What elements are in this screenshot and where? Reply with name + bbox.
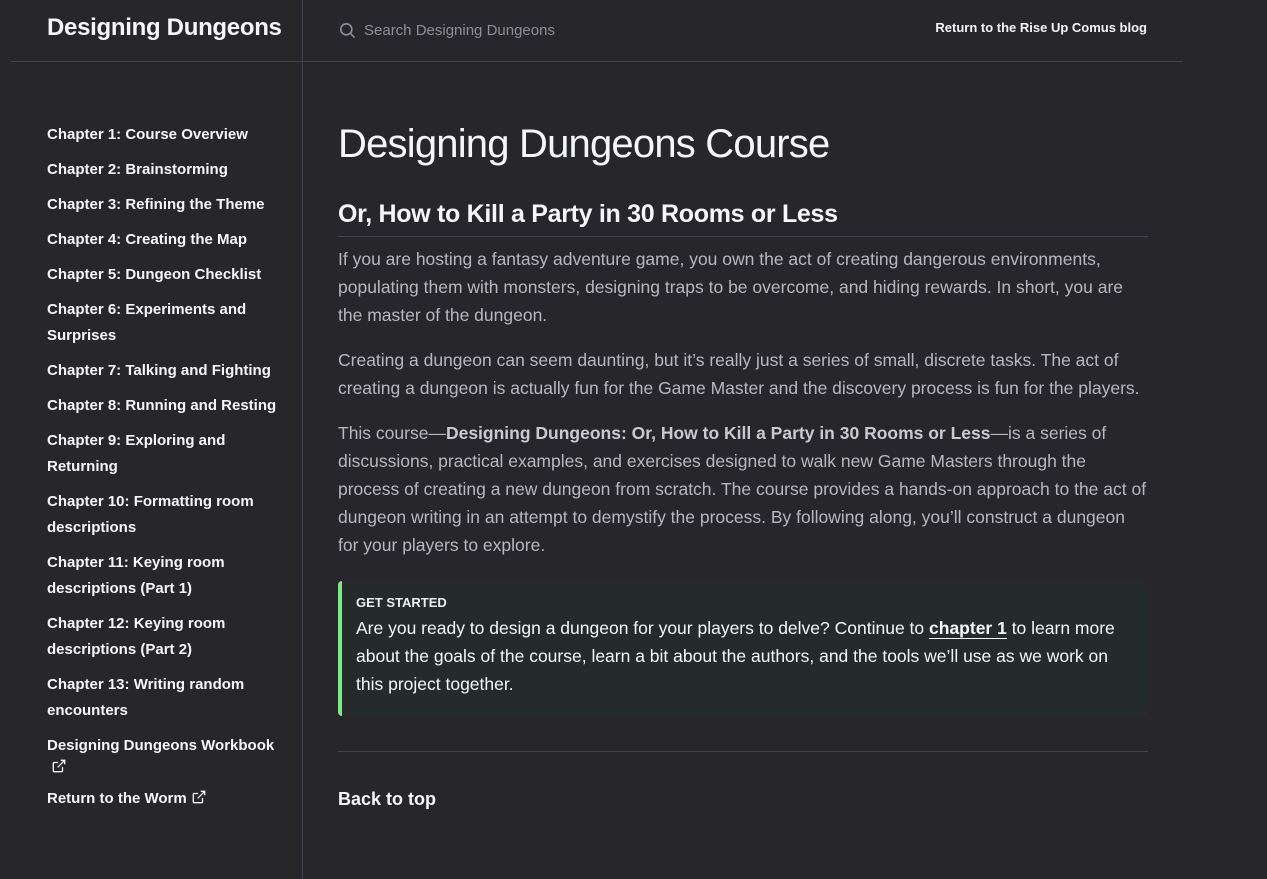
sidebar-item-label[interactable]: Return to the Worm xyxy=(47,790,187,807)
intro-paragraph-2: Creating a dungeon can seem daunting, bu… xyxy=(338,350,1140,398)
course-name: Designing Dungeons: Or, How to Kill a Pa… xyxy=(445,423,991,443)
sidebar-item-label[interactable]: Chapter 12: Keying room descriptions (Pa… xyxy=(47,615,225,658)
callout-text-before: Are you ready to design a dungeon for yo… xyxy=(356,618,930,638)
sidebar-divider xyxy=(302,0,303,879)
sidebar-item-chapter-10[interactable]: Chapter 10: Formatting room descriptions xyxy=(47,489,279,541)
footer-divider xyxy=(338,751,1148,752)
site-title[interactable]: Designing Dungeons xyxy=(47,14,282,42)
sidebar-item-chapter-4[interactable]: Chapter 4: Creating the Map xyxy=(47,227,279,253)
sidebar-item-label[interactable]: Chapter 8: Running and Resting xyxy=(47,397,276,414)
main-content: Designing Dungeons Course Or, How to Kil… xyxy=(338,120,1148,810)
sidebar-item-label[interactable]: Chapter 11: Keying room descriptions (Pa… xyxy=(47,554,225,597)
page-title: Designing Dungeons Course xyxy=(338,122,830,166)
sidebar-item-chapter-5[interactable]: Chapter 5: Dungeon Checklist xyxy=(47,262,279,288)
external-link-icon xyxy=(192,790,206,804)
return-to-blog-link[interactable]: Return to the Rise Up Comus blog xyxy=(935,20,1147,35)
sidebar-item-label[interactable]: Designing Dungeons Workbook xyxy=(47,737,274,754)
sidebar-item-chapter-2[interactable]: Chapter 2: Brainstorming xyxy=(47,157,279,183)
sidebar-item-label[interactable]: Chapter 3: Refining the Theme xyxy=(47,196,265,213)
sidebar-item-label[interactable]: Chapter 9: Exploring and Returning xyxy=(47,432,225,475)
callout-title: GET STARTED xyxy=(356,595,447,610)
intro-paragraph-3: This course—Designing Dungeons: Or, How … xyxy=(338,419,1148,559)
sidebar-item-chapter-1[interactable]: Chapter 1: Course Overview xyxy=(47,122,279,148)
chapter-1-link[interactable]: chapter 1 xyxy=(929,618,1007,639)
sidebar-item-chapter-8[interactable]: Chapter 8: Running and Resting xyxy=(47,393,279,419)
sidebar-item-chapter-7[interactable]: Chapter 7: Talking and Fighting xyxy=(47,358,279,384)
sidebar-item-workbook[interactable]: Designing Dungeons Workbook xyxy=(47,733,279,777)
sidebar-item-label[interactable]: Chapter 13: Writing random encounters xyxy=(47,676,244,719)
external-link-icon xyxy=(52,759,66,773)
sidebar-item-chapter-12[interactable]: Chapter 12: Keying room descriptions (Pa… xyxy=(47,611,279,663)
back-to-top-link[interactable]: Back to top xyxy=(338,789,436,810)
sidebar-item-label[interactable]: Chapter 2: Brainstorming xyxy=(47,161,228,178)
sidebar-item-label[interactable]: Chapter 7: Talking and Fighting xyxy=(47,362,271,379)
search-icon xyxy=(339,22,356,38)
sidebar-item-label[interactable]: Chapter 1: Course Overview xyxy=(47,126,248,143)
sidebar-nav: Chapter 1: Course Overview Chapter 2: Br… xyxy=(47,122,279,821)
sidebar-item-label[interactable]: Chapter 4: Creating the Map xyxy=(47,231,247,248)
sidebar-item-chapter-6[interactable]: Chapter 6: Experiments and Surprises xyxy=(47,297,279,349)
sidebar-item-label[interactable]: Chapter 10: Formatting room descriptions xyxy=(47,493,254,536)
sidebar-item-chapter-3[interactable]: Chapter 3: Refining the Theme xyxy=(47,192,279,218)
sidebar-item-label[interactable]: Chapter 6: Experiments and Surprises xyxy=(47,301,246,344)
para3-prefix: This course— xyxy=(338,423,446,443)
callout-body: Are you ready to design a dungeon for yo… xyxy=(356,614,1132,698)
intro-paragraph-1: If you are hosting a fantasy adventure g… xyxy=(338,249,1124,325)
sidebar-item-chapter-9[interactable]: Chapter 9: Exploring and Returning xyxy=(47,428,279,480)
page-subtitle: Or, How to Kill a Party in 30 Rooms or L… xyxy=(338,200,1148,237)
sidebar-item-chapter-13[interactable]: Chapter 13: Writing random encounters xyxy=(47,672,279,724)
header-divider xyxy=(11,61,1183,62)
sidebar-item-return-to-worm[interactable]: Return to the Worm xyxy=(47,786,279,812)
search-input[interactable] xyxy=(364,21,764,39)
get-started-callout: GET STARTED Are you ready to design a du… xyxy=(338,581,1148,716)
search-bar[interactable] xyxy=(338,18,898,42)
sidebar-item-chapter-11[interactable]: Chapter 11: Keying room descriptions (Pa… xyxy=(47,550,279,602)
sidebar-item-label[interactable]: Chapter 5: Dungeon Checklist xyxy=(47,266,261,283)
